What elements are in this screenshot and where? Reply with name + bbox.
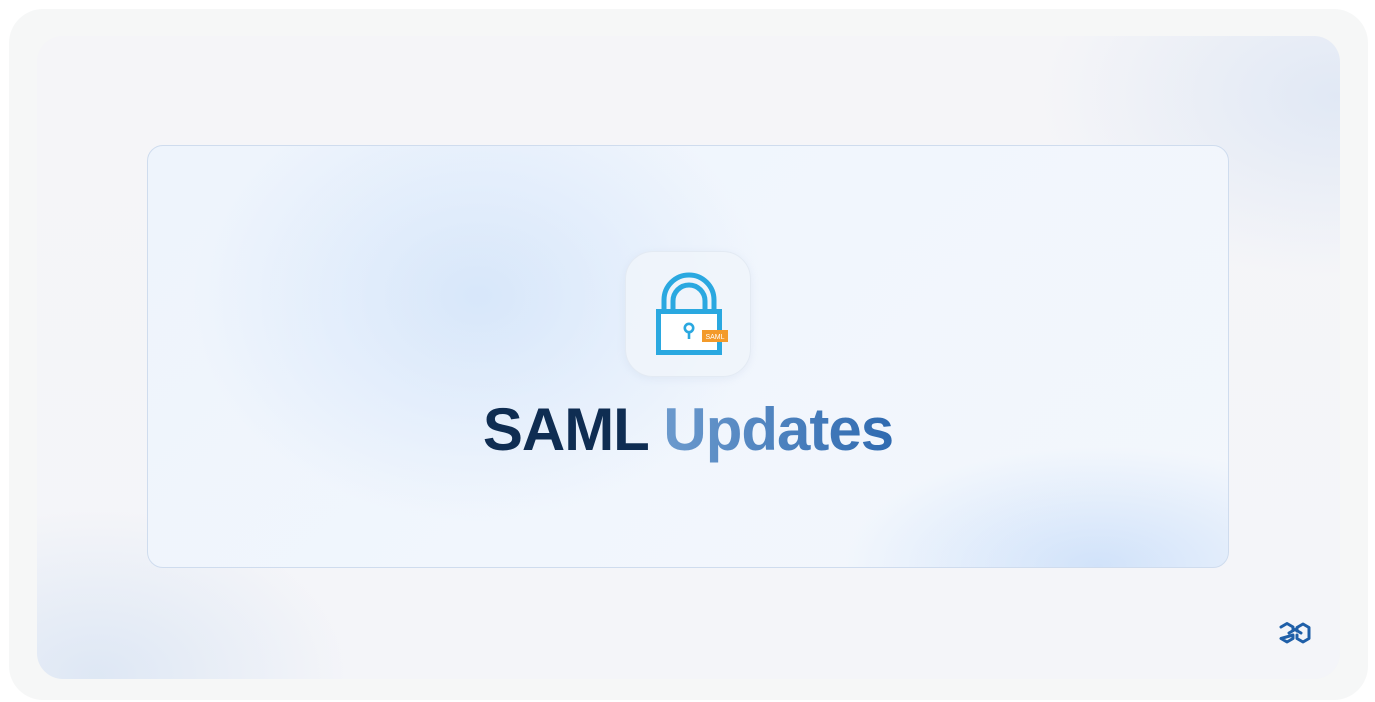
saml-tag-label: SAML [705,334,724,341]
title-primary: SAML [482,396,649,463]
brand-logo-icon [1279,622,1311,644]
icon-tile: SAML [625,251,751,377]
content-card: SAML SAML Updates [147,145,1229,568]
lock-icon: SAML [656,272,728,355]
hero-banner: SAML SAML Updates [37,36,1340,679]
page-title: SAML Updates [148,394,1228,466]
title-secondary: Updates [663,396,894,463]
